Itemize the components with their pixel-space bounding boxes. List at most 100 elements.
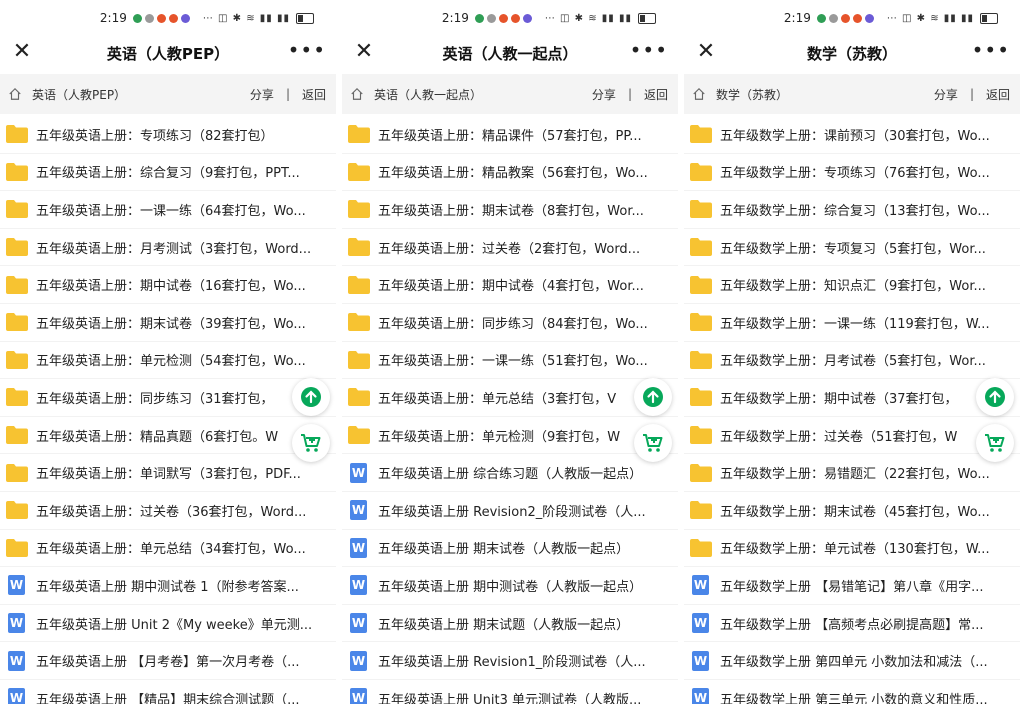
weibo-icon bbox=[168, 13, 178, 23]
document-item[interactable]: W 五年级数学上册 第四单元 小数加法和减法（... bbox=[684, 642, 1020, 680]
share-link[interactable]: 分享 bbox=[934, 86, 958, 103]
folder-item[interactable]: 五年级英语上册：期末试卷（8套打包，Wor... bbox=[342, 191, 678, 229]
folder-item[interactable]: 五年级数学上册：期中试卷（37套打包， bbox=[684, 379, 1020, 417]
wechat-icon bbox=[816, 13, 826, 23]
share-link[interactable]: 分享 bbox=[592, 86, 616, 103]
folder-icon bbox=[6, 125, 28, 144]
folder-item[interactable]: 五年级英语上册：综合复习（9套打包，PPT... bbox=[0, 154, 336, 192]
folder-item[interactable]: 五年级英语上册：单元总结（34套打包，Wo... bbox=[0, 530, 336, 568]
document-item[interactable]: W 五年级英语上册 Revision2_阶段测试卷（人... bbox=[342, 492, 678, 530]
folder-item[interactable]: 五年级数学上册：单元试卷（130套打包，W... bbox=[684, 530, 1020, 568]
folder-item[interactable]: 五年级数学上册：期末试卷（45套打包，Wo... bbox=[684, 492, 1020, 530]
item-name: 五年级英语上册 Unit 2《My weeke》单元测... bbox=[36, 617, 313, 633]
folder-item[interactable]: 五年级英语上册：月考测试（3套打包，Word... bbox=[0, 229, 336, 267]
scroll-top-button[interactable] bbox=[976, 378, 1014, 416]
more-options-icon[interactable]: ••• bbox=[972, 40, 1010, 60]
document-item[interactable]: W 五年级英语上册 期末试卷（人教版一起点） bbox=[342, 530, 678, 568]
item-name: 五年级数学上册 第三单元 小数的意义和性质... bbox=[720, 692, 988, 704]
home-icon[interactable] bbox=[350, 87, 364, 101]
status-bar: 2:19 ⋯ ◫ ✱ ≋ ▮▮ ▮▮ bbox=[342, 0, 678, 36]
cart-button[interactable] bbox=[292, 424, 330, 462]
status-bar: 2:19 ⋯ ◫ ✱ ≋ ▮▮ ▮▮ bbox=[0, 0, 336, 36]
document-item[interactable]: W 五年级英语上册 【月考卷】第一次月考卷（... bbox=[0, 642, 336, 680]
scroll-top-button[interactable] bbox=[634, 378, 672, 416]
home-icon[interactable] bbox=[692, 87, 706, 101]
word-doc-icon: W bbox=[350, 650, 367, 671]
folder-item[interactable]: 五年级数学上册：易错题汇（22套打包，Wo... bbox=[684, 454, 1020, 492]
title-bar: ✕ 英语（人教PEP） ••• bbox=[0, 36, 336, 70]
weibo-icon bbox=[156, 13, 166, 23]
folder-item[interactable]: 五年级数学上册：课前预习（30套打包，Wo... bbox=[684, 116, 1020, 154]
document-item[interactable]: W 五年级英语上册 综合练习题（人教版一起点） bbox=[342, 454, 678, 492]
folder-item[interactable]: 五年级英语上册：一课一练（64套打包，Wo... bbox=[0, 191, 336, 229]
folder-item[interactable]: 五年级英语上册：一课一练（51套打包，Wo... bbox=[342, 342, 678, 380]
folder-item[interactable]: 五年级英语上册：单元检测（54套打包，Wo... bbox=[0, 342, 336, 380]
folder-item[interactable]: 五年级数学上册：月考试卷（5套打包，Wor... bbox=[684, 342, 1020, 380]
folder-item[interactable]: 五年级数学上册：专项练习（76套打包，Wo... bbox=[684, 154, 1020, 192]
share-link[interactable]: 分享 bbox=[250, 86, 274, 103]
scroll-top-button[interactable] bbox=[292, 378, 330, 416]
document-item[interactable]: W 五年级英语上册 Unit 2《My weeke》单元测... bbox=[0, 605, 336, 643]
document-item[interactable]: W 五年级英语上册 Unit3 单元测试卷（人教版... bbox=[342, 680, 678, 704]
back-link[interactable]: 返回 bbox=[644, 86, 668, 103]
item-name: 五年级数学上册：专项复习（5套打包，Wor... bbox=[720, 241, 986, 257]
folder-item[interactable]: 五年级数学上册：过关卷（51套打包，W bbox=[684, 417, 1020, 455]
folder-item[interactable]: 五年级英语上册：同步练习（84套打包，Wo... bbox=[342, 304, 678, 342]
document-item[interactable]: W 五年级数学上册 第三单元 小数的意义和性质... bbox=[684, 680, 1020, 704]
item-name: 五年级数学上册：期中试卷（37套打包， bbox=[720, 391, 958, 407]
breadcrumb-path: 英语（人教一起点） bbox=[374, 87, 483, 102]
folder-item[interactable]: 五年级英语上册：期末试卷（39套打包，Wo... bbox=[0, 304, 336, 342]
document-item[interactable]: W 五年级数学上册 【易错笔记】第八章《用字... bbox=[684, 567, 1020, 605]
folder-item[interactable]: 五年级英语上册：过关卷（36套打包，Word... bbox=[0, 492, 336, 530]
folder-item[interactable]: 五年级英语上册：单词默写（3套打包，PDF... bbox=[0, 454, 336, 492]
document-item[interactable]: W 五年级英语上册 期末试题（人教版一起点） bbox=[342, 605, 678, 643]
folder-item[interactable]: 五年级英语上册：精品课件（57套打包，PP... bbox=[342, 116, 678, 154]
app-icon bbox=[522, 13, 532, 23]
document-item[interactable]: W 五年级英语上册 期中测试卷（人教版一起点） bbox=[342, 567, 678, 605]
folder-icon bbox=[690, 501, 712, 520]
cart-button[interactable] bbox=[634, 424, 672, 462]
wechat-icon bbox=[132, 13, 142, 23]
folder-item[interactable]: 五年级英语上册：精品教案（56套打包，Wo... bbox=[342, 154, 678, 192]
folder-item[interactable]: 五年级英语上册：单元检测（9套打包，W bbox=[342, 417, 678, 455]
page-title: 英语（人教一起点） bbox=[442, 44, 578, 63]
item-name: 五年级英语上册 期中测试卷（人教版一起点） bbox=[378, 579, 643, 595]
document-item[interactable]: W 五年级英语上册 期中测试卷 1（附参考答案... bbox=[0, 567, 336, 605]
item-name: 五年级数学上册：月考试卷（5套打包，Wor... bbox=[720, 354, 986, 370]
more-options-icon[interactable]: ••• bbox=[288, 40, 326, 60]
back-link[interactable]: 返回 bbox=[986, 86, 1010, 103]
document-item[interactable]: W 五年级英语上册 Revision1_阶段测试卷（人... bbox=[342, 642, 678, 680]
back-link[interactable]: 返回 bbox=[302, 86, 326, 103]
folder-item[interactable]: 五年级英语上册：过关卷（2套打包，Word... bbox=[342, 229, 678, 267]
close-icon[interactable]: ✕ bbox=[10, 40, 34, 64]
folder-item[interactable]: 五年级英语上册：专项练习（82套打包） bbox=[0, 116, 336, 154]
document-item[interactable]: W 五年级英语上册 【精品】期末综合测试题（... bbox=[0, 680, 336, 704]
page-title: 数学（苏教） bbox=[806, 44, 897, 63]
folder-item[interactable]: 五年级英语上册：精品真题（6套打包。W bbox=[0, 417, 336, 455]
home-icon[interactable] bbox=[8, 87, 22, 101]
close-icon[interactable]: ✕ bbox=[352, 40, 376, 64]
folder-item[interactable]: 五年级数学上册：一课一练（119套打包，W... bbox=[684, 304, 1020, 342]
close-icon[interactable]: ✕ bbox=[694, 40, 718, 64]
more-options-icon[interactable]: ••• bbox=[630, 40, 668, 60]
item-name: 五年级英语上册 Unit3 单元测试卷（人教版... bbox=[378, 692, 642, 704]
item-name: 五年级英语上册：期末试卷（8套打包，Wor... bbox=[378, 203, 644, 219]
folder-item[interactable]: 五年级数学上册：专项复习（5套打包，Wor... bbox=[684, 229, 1020, 267]
folder-icon bbox=[348, 238, 370, 257]
folder-item[interactable]: 五年级英语上册：同步练习（31套打包， bbox=[0, 379, 336, 417]
document-item[interactable]: W 五年级数学上册 【高频考点必刷提高题】常... bbox=[684, 605, 1020, 643]
folder-item[interactable]: 五年级英语上册：期中试卷（16套打包，Wo... bbox=[0, 266, 336, 304]
folder-item[interactable]: 五年级数学上册：知识点汇（9套打包，Wor... bbox=[684, 266, 1020, 304]
title-bar: ✕ 英语（人教一起点） ••• bbox=[342, 36, 678, 70]
status-time: 2:19 bbox=[783, 11, 811, 25]
cart-button[interactable] bbox=[976, 424, 1014, 462]
folder-icon bbox=[348, 275, 370, 294]
item-name: 五年级英语上册：单词默写（3套打包，PDF... bbox=[36, 467, 301, 483]
folder-item[interactable]: 五年级英语上册：单元总结（3套打包，V bbox=[342, 379, 678, 417]
folder-item[interactable]: 五年级英语上册：期中试卷（4套打包，Wor... bbox=[342, 266, 678, 304]
item-name: 五年级英语上册：单元检测（9套打包，W bbox=[378, 429, 621, 445]
notification-icon bbox=[828, 13, 838, 23]
battery-icon bbox=[980, 12, 998, 24]
folder-item[interactable]: 五年级数学上册：综合复习（13套打包，Wo... bbox=[684, 191, 1020, 229]
folder-icon bbox=[690, 313, 712, 332]
